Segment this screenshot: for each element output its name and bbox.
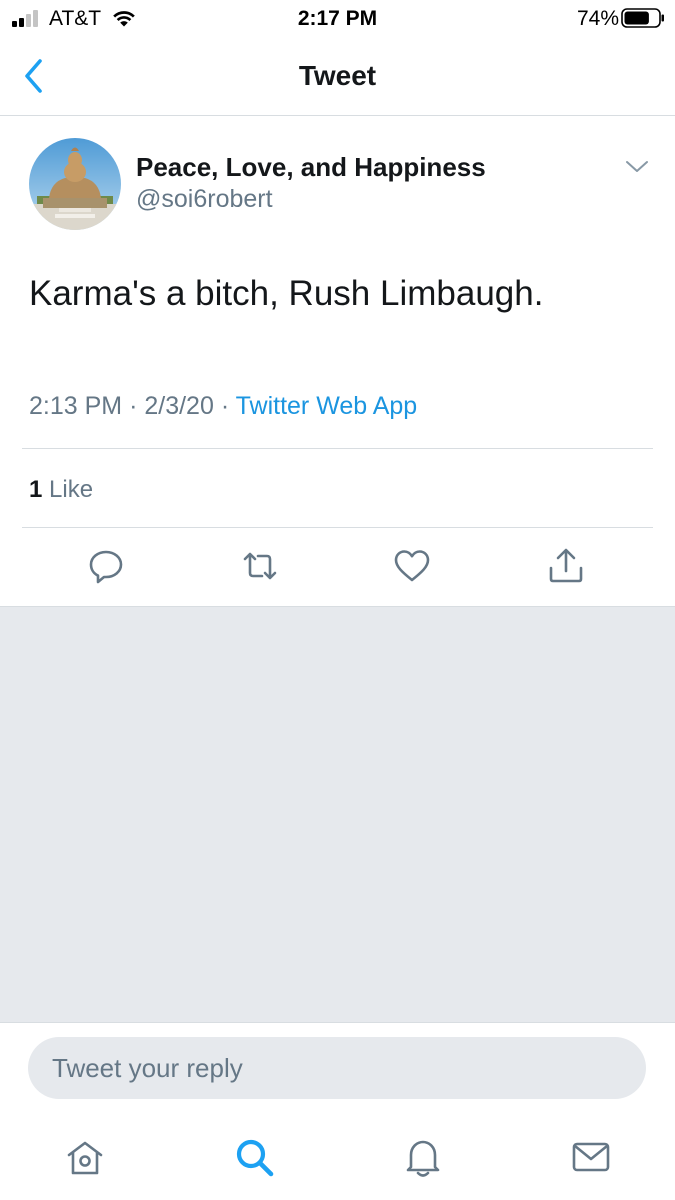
tweet-meta: 2:13 PM · 2/3/20 · Twitter Web App <box>29 392 417 421</box>
search-icon[interactable] <box>232 1135 276 1179</box>
messages-icon[interactable] <box>569 1135 613 1179</box>
like-icon[interactable] <box>392 546 432 586</box>
battery-icon <box>621 8 665 28</box>
display-name[interactable]: Peace, Love, and Happiness <box>136 152 486 183</box>
likes-count[interactable]: 1 Like <box>29 476 93 504</box>
divider <box>22 527 653 528</box>
page-title: Tweet <box>298 60 377 91</box>
share-icon[interactable] <box>546 546 586 586</box>
reply-input[interactable] <box>28 1037 646 1099</box>
status-bar: AT&T 2:17 PM 74% <box>0 0 675 38</box>
nav-bar: Tweet <box>0 38 675 116</box>
tweet-source-link[interactable]: Twitter Web App <box>236 392 418 420</box>
user-handle[interactable]: @soi6robert <box>136 185 273 214</box>
reply-icon[interactable] <box>86 546 126 586</box>
chevron-down-icon[interactable] <box>624 158 650 176</box>
tweet-time: 2:13 PM <box>29 392 123 420</box>
meta-separator: · <box>129 392 138 420</box>
divider <box>22 448 653 449</box>
bottom-bar <box>0 1022 675 1200</box>
like-count-value: 1 <box>29 476 43 503</box>
like-count-label: Like <box>49 476 94 503</box>
battery-percent: 74% <box>576 7 619 30</box>
meta-separator: · <box>220 392 230 420</box>
status-time: 2:17 PM <box>297 7 378 30</box>
tweet-date: 2/3/20 <box>144 392 214 420</box>
home-icon[interactable] <box>63 1135 107 1179</box>
tweet-text: Karma's a bitch, Rush Limbaugh. <box>29 274 544 313</box>
replies-area <box>0 606 675 1022</box>
retweet-icon[interactable] <box>240 546 280 586</box>
tweet-detail: Peace, Love, and Happiness @soi6robert K… <box>0 116 675 606</box>
notifications-icon[interactable] <box>401 1135 445 1179</box>
avatar[interactable] <box>29 138 121 230</box>
